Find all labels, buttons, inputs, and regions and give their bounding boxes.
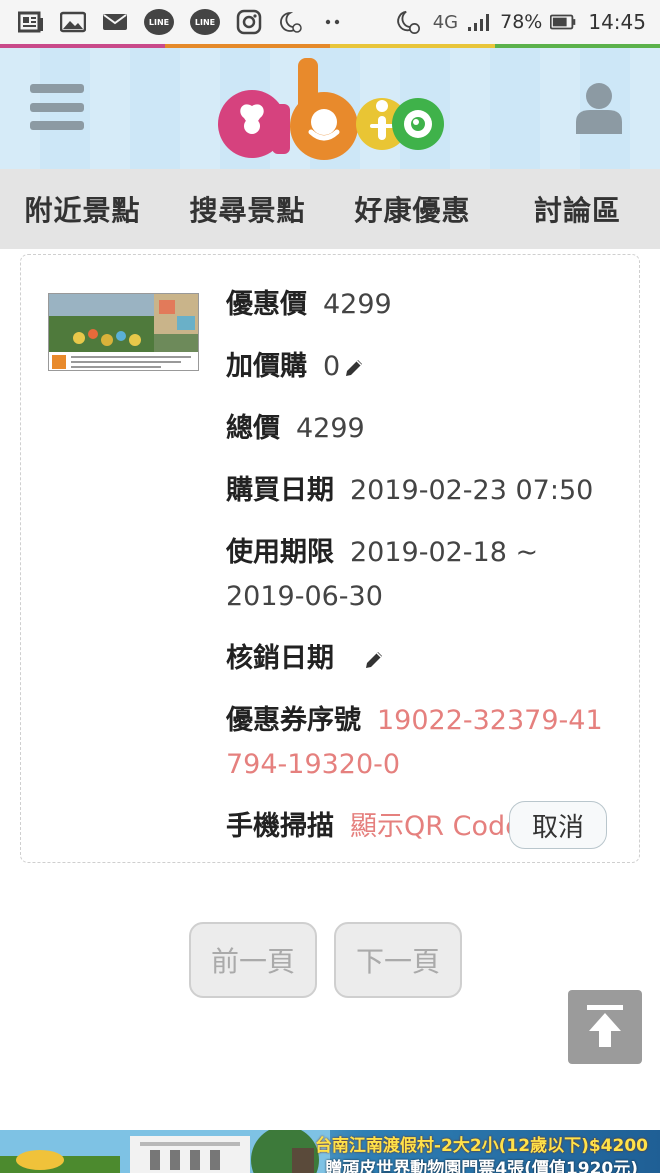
row-total: 總價 4299 xyxy=(226,407,618,451)
coupon-code-label: 優惠券序號 xyxy=(226,705,361,736)
edit-pencil-icon[interactable] xyxy=(342,356,366,380)
hamburger-menu-icon[interactable] xyxy=(30,84,84,130)
status-bar: LINE LINE 4G 78% 14:45 xyxy=(0,0,660,44)
edit-pencil-icon[interactable] xyxy=(362,648,386,672)
user-profile-icon[interactable] xyxy=(574,82,624,134)
battery-percent: 78% xyxy=(500,11,543,33)
nav-deals[interactable]: 好康優惠 xyxy=(330,189,495,229)
total-value: 4299 xyxy=(296,413,365,444)
alarm-moon-icon xyxy=(395,10,421,34)
ad-banner[interactable]: 台南江南渡假村-2大2小(12歲以下)$4200 贈頑皮世界動物園門票4張(價值… xyxy=(0,1130,660,1173)
purchase-date-label: 購買日期 xyxy=(226,475,334,506)
price-label: 優惠價 xyxy=(226,289,307,320)
resort-photo xyxy=(0,1130,330,1173)
banner-line-2: 贈頑皮世界動物園門票4張(價值1920元) xyxy=(325,1159,638,1173)
mobile-scan-label: 手機掃描 xyxy=(226,811,334,842)
addon-value: 0 xyxy=(323,351,341,382)
signal-icon xyxy=(466,11,492,33)
instagram-icon xyxy=(236,9,262,35)
more-dots-icon xyxy=(320,11,346,33)
night-mode-icon xyxy=(278,11,304,33)
cancel-button[interactable]: 取消 xyxy=(509,801,607,849)
deal-thumbnail[interactable] xyxy=(48,293,199,371)
gallery-icon xyxy=(60,11,86,33)
nav-nearby[interactable]: 附近景點 xyxy=(0,189,165,229)
addon-label: 加價購 xyxy=(226,351,307,382)
news-icon xyxy=(18,11,44,33)
purchase-date-value: 2019-02-23 07:50 xyxy=(350,475,594,506)
redeem-date-label: 核銷日期 xyxy=(226,643,334,674)
total-label: 總價 xyxy=(226,413,280,444)
row-price: 優惠價 4299 xyxy=(226,283,618,327)
network-type: 4G xyxy=(432,11,459,33)
mail-icon xyxy=(102,11,128,33)
show-qr-code-link[interactable]: 顯示QR Code xyxy=(350,811,522,842)
order-card: 優惠價 4299 加價購 0 總價 4299 購買日期 2019-02-23 07:50… xyxy=(20,254,640,863)
row-redeem-date: 核銷日期 xyxy=(226,637,618,681)
banner-line-1: 台南江南渡假村-2大2小(12歲以下)$4200 xyxy=(314,1136,648,1156)
arrow-up-icon xyxy=(587,1005,623,1047)
battery-icon xyxy=(550,11,576,33)
app-header xyxy=(0,48,660,169)
prev-page-button[interactable]: 前一頁 xyxy=(189,922,317,998)
line-app-icon-2: LINE xyxy=(190,9,220,35)
row-validity: 使用期限 2019-02-18 ~ 2019-06-30 xyxy=(226,531,618,619)
abic-logo[interactable] xyxy=(212,54,448,164)
row-coupon-code: 優惠券序號 19022-32379-41794-19320-0 xyxy=(226,699,618,787)
clock: 14:45 xyxy=(588,10,646,34)
back-to-top-button[interactable] xyxy=(568,990,642,1064)
nav-search[interactable]: 搜尋景點 xyxy=(165,189,330,229)
validity-label: 使用期限 xyxy=(226,537,334,568)
main-nav: 附近景點 搜尋景點 好康優惠 討論區 xyxy=(0,169,660,249)
nav-forum[interactable]: 討論區 xyxy=(495,189,660,229)
row-purchase-date: 購買日期 2019-02-23 07:50 xyxy=(226,469,618,513)
price-value: 4299 xyxy=(323,289,392,320)
row-addon: 加價購 0 xyxy=(226,345,618,389)
line-app-icon: LINE xyxy=(144,9,174,35)
order-details: 優惠價 4299 加價購 0 總價 4299 購買日期 2019-02-23 07:50… xyxy=(226,283,618,867)
next-page-button[interactable]: 下一頁 xyxy=(334,922,462,998)
